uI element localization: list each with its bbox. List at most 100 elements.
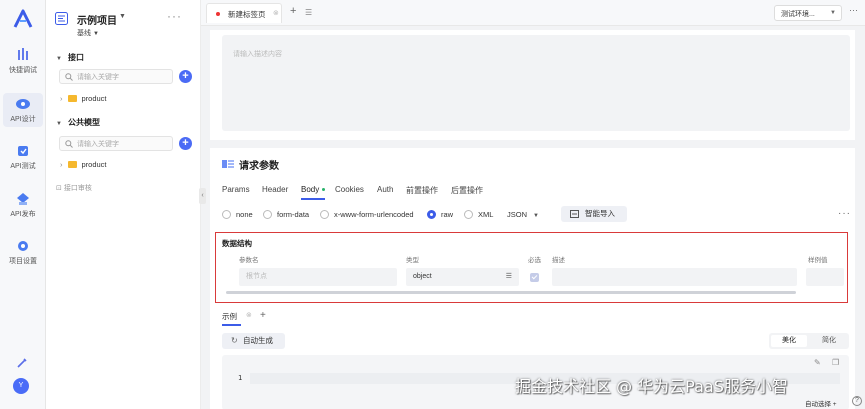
radio-label: none [236, 210, 253, 219]
description-input[interactable] [552, 268, 797, 286]
auto-generate-button[interactable]: ↻ 自动生成 [222, 333, 285, 349]
tab-close-icon[interactable]: ⊗ [246, 311, 252, 319]
search-input[interactable] [77, 71, 169, 83]
format-select[interactable]: JSON ▼ [507, 210, 539, 219]
rail-item-project-settings[interactable]: 项目设置 [3, 235, 43, 269]
tab-params[interactable]: Params [222, 185, 250, 194]
status-dot-icon [322, 188, 326, 191]
param-name-input[interactable]: 根节点 [239, 268, 397, 286]
edit-icon[interactable]: ✎ [814, 358, 821, 367]
project-title[interactable]: 示例项目 [77, 12, 117, 27]
column-header: 参数名 [239, 257, 259, 264]
chevron-right-icon: › [60, 94, 63, 103]
request-params-panel: 请求参数 Params Header Body Cookies Auth 前置操… [210, 148, 855, 409]
rail-item-api-design[interactable]: API设计 [3, 93, 43, 127]
radio-form-data[interactable]: form-data [263, 210, 309, 219]
more-icon[interactable]: ··· [849, 5, 858, 15]
add-example-icon[interactable]: + [260, 310, 266, 321]
tab-header[interactable]: Header [262, 185, 288, 194]
environment-select[interactable]: 测试环境... ▼ [774, 5, 842, 21]
description-textarea[interactable]: 请输入描述内容 [222, 35, 850, 131]
radio-label: XML [478, 210, 494, 219]
project-dropdown-caret-icon[interactable]: ▼ [119, 13, 126, 20]
tab-list-icon[interactable]: ☰ [305, 8, 312, 17]
help-icon[interactable]: ? [852, 396, 862, 406]
section-head-public-models[interactable]: ▼ 公共模型 [56, 117, 100, 128]
rail-label: 项目设置 [9, 258, 37, 265]
model-search[interactable] [59, 136, 173, 151]
section-head-interfaces[interactable]: ▼ 接口 [56, 52, 84, 63]
left-rail: 快捷调试 API设计 API测试 API发布 项目设置 Y [0, 0, 46, 409]
chevron-down-icon: ▼ [92, 31, 99, 37]
refresh-icon: ↻ [231, 336, 238, 345]
tab-example[interactable]: 示例 [222, 311, 237, 322]
column-header: 样例值 [808, 257, 828, 264]
line-number: 1 [238, 374, 243, 382]
app-logo-icon[interactable] [12, 8, 34, 30]
radio-raw[interactable]: raw [427, 210, 453, 219]
copy-icon[interactable]: ❐ [832, 358, 839, 367]
radio-circle [464, 210, 473, 219]
tab-cookies[interactable]: Cookies [335, 185, 364, 194]
required-checkbox[interactable] [530, 273, 539, 282]
tab-body[interactable]: Body [301, 185, 326, 194]
close-icon[interactable]: ⊗ [273, 9, 279, 17]
more-icon[interactable]: ··· [167, 9, 182, 23]
tab-pre-operation[interactable]: 前置操作 [406, 185, 438, 196]
sidebar-collapse-handle[interactable]: ‹ [199, 188, 206, 204]
more-icon[interactable]: ··· [838, 208, 851, 219]
smart-import-button[interactable]: 智能导入 [561, 206, 627, 222]
radio-circle [222, 210, 231, 219]
type-settings-icon[interactable]: ☰ [506, 268, 512, 286]
radio-urlencoded[interactable]: x-www-form-urlencoded [320, 210, 414, 219]
example-value-input[interactable] [806, 268, 844, 286]
tab-post-operation[interactable]: 后置操作 [451, 185, 483, 196]
rail-item-api-test[interactable]: API测试 [3, 140, 43, 174]
horizontal-scrollbar[interactable] [226, 291, 796, 294]
simplify-button[interactable]: 简化 [811, 335, 847, 347]
tab-label: Body [301, 185, 320, 194]
environment-value: 测试环境... [781, 11, 815, 18]
active-tab-underline [222, 324, 241, 326]
auto-select-button[interactable]: 自动选择 + [805, 398, 837, 408]
interface-search[interactable] [59, 69, 173, 84]
column-header: 描述 [552, 257, 565, 264]
chevron-down-icon: ▼ [830, 10, 836, 16]
sidebar-item-interface-review[interactable]: ⊡ 接口审核 [56, 183, 92, 193]
api-test-icon [18, 146, 28, 156]
tools-icon[interactable] [15, 356, 29, 370]
chevron-down-icon: ▼ [533, 213, 539, 219]
search-icon [65, 140, 73, 148]
type-select[interactable]: object ☰ [406, 268, 519, 286]
tree-item-product[interactable]: › product [60, 94, 107, 103]
button-label: 自动生成 [243, 336, 273, 345]
data-structure-title: 数据结构 [222, 239, 252, 248]
tree-item-product[interactable]: › product [60, 160, 107, 169]
radio-label: x-www-form-urlencoded [334, 210, 414, 219]
avatar[interactable]: Y [13, 378, 29, 394]
add-tab-icon[interactable]: + [290, 5, 296, 17]
data-structure-table: 数据结构 参数名 类型 必选 描述 样例值 根节点 object ☰ [215, 232, 848, 303]
search-input[interactable] [77, 138, 169, 150]
rail-item-quick-debug[interactable]: 快捷调试 [3, 44, 43, 78]
rail-label: API发布 [10, 211, 36, 218]
tab-new[interactable]: 新建标签页 ⊗ [206, 3, 282, 23]
section-title: 接口 [67, 53, 84, 62]
chevron-right-icon: › [60, 160, 63, 169]
branch-selector[interactable]: 基线 ▼ [77, 28, 99, 38]
rail-label: 快捷调试 [9, 67, 37, 74]
radio-label: form-data [277, 210, 310, 219]
radio-xml[interactable]: XML [464, 210, 493, 219]
beautify-button[interactable]: 美化 [771, 335, 807, 347]
radio-label: raw [441, 210, 454, 219]
rail-item-api-publish[interactable]: API发布 [3, 188, 43, 222]
column-header: 必选 [528, 257, 541, 264]
watermark: 掘金技术社区 @ 华为云PaaS服务小智 [515, 377, 788, 396]
add-interface-button[interactable]: + [179, 70, 192, 83]
radio-none[interactable]: none [222, 210, 253, 219]
rail-label: API测试 [10, 163, 36, 170]
add-model-button[interactable]: + [179, 137, 192, 150]
section-title: 公共模型 [67, 118, 100, 127]
column-header: 类型 [406, 257, 419, 264]
tab-auth[interactable]: Auth [377, 185, 393, 194]
